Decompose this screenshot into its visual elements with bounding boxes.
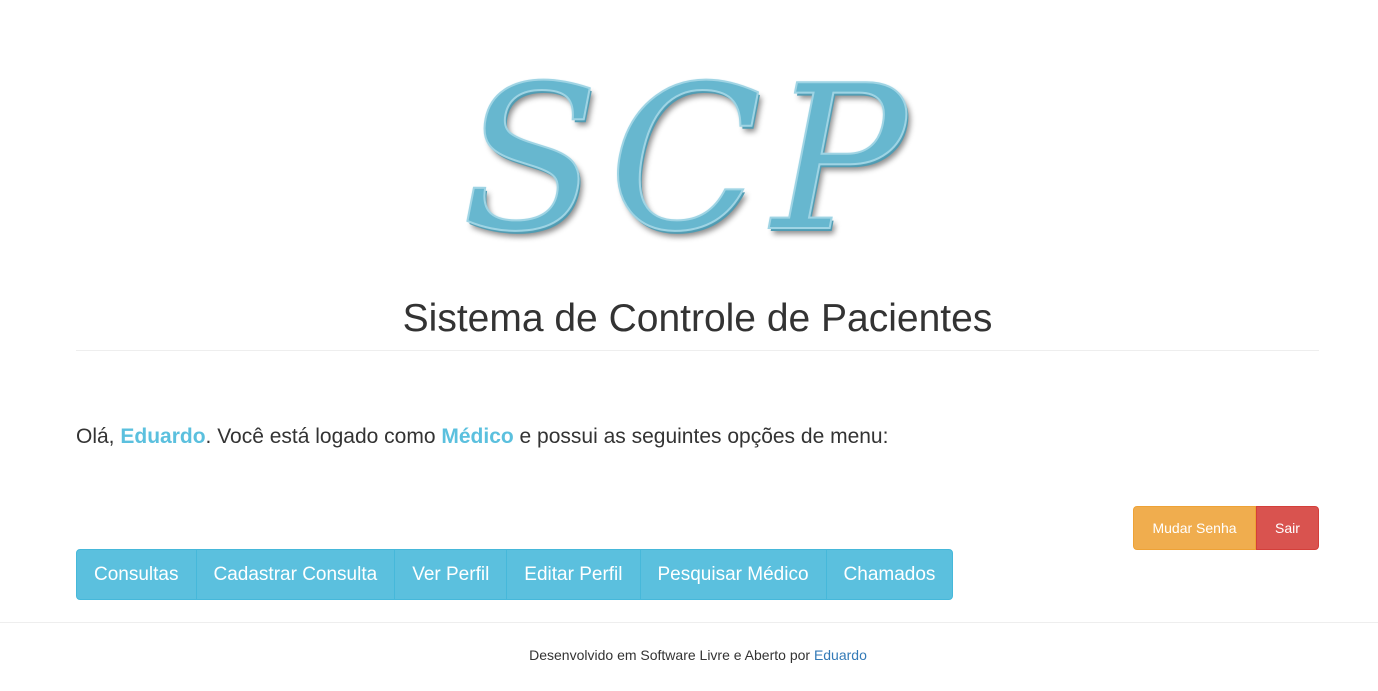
user-name: Eduardo	[120, 425, 206, 448]
footer-divider	[0, 622, 1378, 623]
menu-chamados-button[interactable]: Chamados	[825, 549, 954, 600]
greeting-prefix: Olá,	[76, 425, 121, 448]
menu-consultas-button[interactable]: Consultas	[76, 549, 197, 600]
logo-container: SCP	[0, 43, 1378, 276]
logout-button[interactable]: Sair	[1256, 506, 1319, 550]
welcome-message: Olá, Eduardo. Você está logado como Médi…	[76, 423, 888, 451]
footer: Desenvolvido em Software Livre e Aberto …	[0, 645, 1378, 665]
menu-editar-perfil-button[interactable]: Editar Perfil	[506, 549, 641, 600]
greeting-middle: . Você está logado como	[205, 425, 442, 448]
user-role: Médico	[441, 425, 514, 448]
menu-cadastrar-consulta-button[interactable]: Cadastrar Consulta	[195, 549, 396, 600]
greeting-suffix: e possui as seguintes opções de menu:	[513, 425, 889, 448]
menu-ver-perfil-button[interactable]: Ver Perfil	[394, 549, 508, 600]
footer-text: Desenvolvido em Software Livre e Aberto …	[529, 647, 814, 663]
page-title: Sistema de Controle de Pacientes	[402, 297, 993, 340]
account-actions-group: Mudar Senha Sair	[1133, 506, 1319, 550]
title-divider	[76, 350, 1319, 351]
scp-logo: SCP	[461, 43, 917, 276]
change-password-button[interactable]: Mudar Senha	[1133, 506, 1256, 550]
footer-author-link[interactable]: Eduardo	[814, 647, 867, 663]
menu-pesquisar-medico-button[interactable]: Pesquisar Médico	[639, 549, 827, 600]
main-menu: Consultas Cadastrar Consulta Ver Perfil …	[76, 549, 954, 600]
